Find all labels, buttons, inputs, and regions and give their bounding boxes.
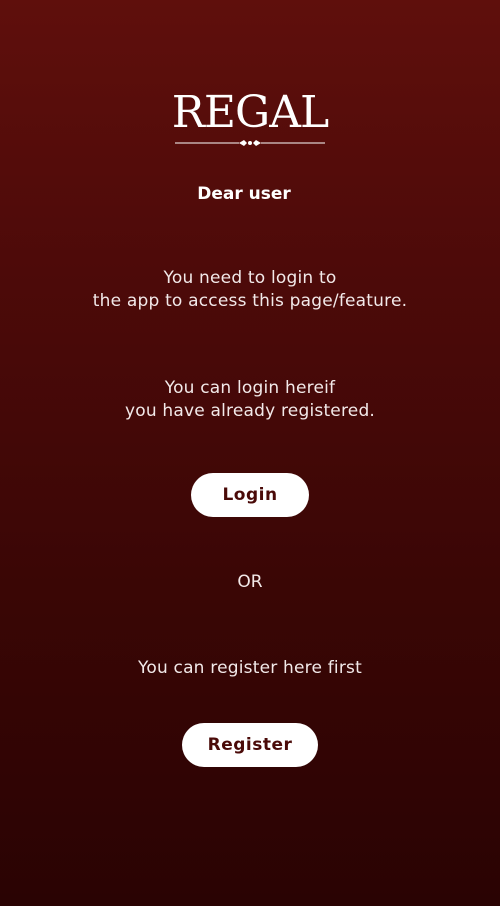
regal-logo: REGAL: [0, 90, 500, 148]
login-button[interactable]: Login: [191, 473, 309, 517]
login-required-line-2: the app to access this page/feature.: [92, 291, 408, 311]
logo-wordmark: REGAL: [171, 87, 329, 138]
greeting-text: Dear user: [197, 184, 291, 204]
register-prompt-message: You can register here first: [138, 658, 362, 678]
login-required-line-1: You need to login to: [163, 268, 337, 288]
login-prompt-line-2: you have already registered.: [124, 401, 376, 421]
or-divider-text: OR: [237, 572, 263, 592]
login-required-message: You need to login to the app to access t…: [0, 267, 500, 313]
login-prompt-message: You can login hereif you have already re…: [0, 377, 500, 423]
logo-ornament-icon: [175, 140, 325, 146]
login-required-screen: REGAL Dear user You need to login to the…: [0, 0, 500, 906]
register-button[interactable]: Register: [182, 723, 318, 767]
login-prompt-line-1: You can login hereif: [164, 378, 336, 398]
